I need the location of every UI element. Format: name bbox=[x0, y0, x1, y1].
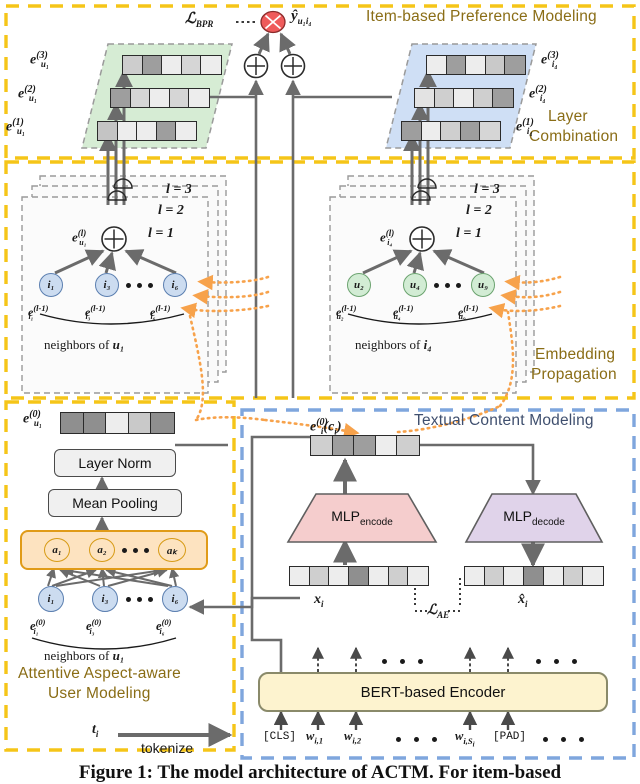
item-embedding-row-2 bbox=[414, 88, 514, 108]
prediction-score-node bbox=[260, 10, 286, 34]
bert-output-ellipsis-mid bbox=[382, 659, 423, 664]
item-neighbor-embedding-2: e(l-1)u₉ bbox=[458, 303, 479, 322]
item-neighbor-node-1[interactable]: u₄ bbox=[403, 273, 427, 297]
item-embedding-label-3: e(3)i₄ bbox=[541, 50, 559, 70]
section-label-layer-combination-line2: Combination bbox=[529, 128, 619, 145]
autoencoder-input-vector bbox=[289, 566, 429, 586]
item-embedding-row-1 bbox=[401, 121, 501, 141]
item-embedding-label-1: e(1)i₄ bbox=[516, 117, 534, 137]
aspect-node-k[interactable]: aₖ bbox=[158, 538, 186, 562]
user-layer-tag-1: l = 1 bbox=[148, 226, 174, 241]
mlp-encode-block[interactable]: MLPencode bbox=[286, 493, 438, 543]
ae-loss-label: ℒAE bbox=[427, 603, 450, 620]
bert-encoder-block[interactable]: BERT-based Encoder bbox=[258, 672, 608, 712]
item-embedding-row-3 bbox=[426, 55, 526, 75]
user-neighbor-ellipsis bbox=[126, 283, 153, 288]
section-label-item-based-preference: Item-based Preference Modeling bbox=[366, 8, 597, 25]
item-aggregator-node bbox=[409, 226, 435, 252]
mlp-decode-block[interactable]: MLPdecode bbox=[464, 493, 604, 543]
token-ellipsis-mid bbox=[396, 737, 437, 742]
section-label-embedding-propagation-line1: Embedding bbox=[535, 346, 616, 363]
user-model-item-node-1[interactable]: i₃ bbox=[92, 586, 118, 612]
content-embedding-vector bbox=[310, 435, 420, 456]
token-ellipsis-end bbox=[543, 737, 584, 742]
user-neighbor-node-0[interactable]: i₁ bbox=[39, 273, 63, 297]
item-neighbor-node-0[interactable]: u₂ bbox=[347, 273, 371, 297]
content-embedding-label: e(0)i(ci) bbox=[310, 417, 342, 437]
connector-textual-to-user-items bbox=[188, 596, 300, 615]
user-model-item-ellipsis bbox=[126, 597, 153, 602]
text-input-label: ti bbox=[92, 722, 99, 739]
token-cls: [CLS] bbox=[263, 731, 297, 743]
item-aggregated-embedding-label: e(l)i₄ bbox=[380, 228, 395, 247]
item-layer-tag-1: l = 1 bbox=[456, 226, 482, 241]
token-w-i-2: wi,2 bbox=[344, 729, 362, 746]
arrow-item-sum-to-score bbox=[279, 32, 296, 55]
item-layer-tag-2: l = 2 bbox=[466, 203, 492, 218]
token-w-i-s: wi,Si bbox=[455, 729, 475, 749]
user-neighbor-embedding-1: e(l-1)i₃ bbox=[85, 303, 106, 322]
user-neighbor-node-1[interactable]: i₃ bbox=[95, 273, 119, 297]
prediction-label: ŷu₁i₄ bbox=[291, 8, 312, 26]
user-model-item-embedding-1: e(0)i₃ bbox=[86, 617, 102, 636]
aspect-ellipsis bbox=[122, 548, 149, 553]
layer-norm-block[interactable]: Layer Norm bbox=[54, 449, 176, 477]
tokenize-label: tokenize bbox=[141, 740, 194, 756]
aspect-node-1[interactable]: a₂ bbox=[89, 538, 115, 562]
user-neighbor-embedding-0: e(l-1)i₁ bbox=[28, 303, 49, 322]
figure-caption: Figure 1: The model architecture of ACTM… bbox=[78, 762, 562, 783]
user-layer-tag-3: l = 3 bbox=[166, 182, 192, 197]
user-neighbors-caption: neighbors of u₁ bbox=[44, 337, 125, 352]
arrow-user-sum-to-score bbox=[253, 32, 270, 55]
autoencoder-output-vector bbox=[464, 566, 604, 586]
token-pad: [PAD] bbox=[493, 731, 527, 743]
section-label-user-modeling-line2: User Modeling bbox=[48, 685, 151, 702]
user-neighbor-node-2[interactable]: i₆ bbox=[163, 273, 187, 297]
item-neighbor-embedding-0: e(l-1)u₂ bbox=[336, 303, 357, 322]
item-embedding-label-2: e(2)i₄ bbox=[529, 84, 547, 104]
user-embedding-label-2: e(2)u₁ bbox=[18, 84, 38, 104]
user-embedding-row-3 bbox=[122, 55, 222, 75]
item-layer-tag-3: l = 3 bbox=[474, 182, 500, 197]
user-aggregated-embedding-label: e(l)u₁ bbox=[72, 228, 87, 247]
token-w-i-1: wi,1 bbox=[306, 729, 324, 746]
section-label-user-modeling-line1: Attentive Aspect-aware bbox=[18, 665, 181, 682]
user-embedding-label-3: e(3)u₁ bbox=[30, 50, 50, 70]
user-base-embedding-label: e(0)u₁ bbox=[23, 409, 43, 429]
item-neighbor-node-2[interactable]: u₉ bbox=[471, 273, 495, 297]
token-input-arrows bbox=[273, 710, 516, 730]
item-to-aspect-arrows bbox=[46, 566, 180, 587]
bpr-loss-label: ℒBPR bbox=[185, 11, 214, 29]
user-model-item-node-2[interactable]: i₆ bbox=[162, 586, 188, 612]
user-model-neighbors-caption: neighbors of u₁ bbox=[44, 648, 125, 663]
user-sum-node bbox=[243, 53, 269, 79]
connector-content-to-decoder bbox=[420, 443, 541, 496]
user-aggregator-node bbox=[101, 226, 127, 252]
user-model-item-node-0[interactable]: i₁ bbox=[38, 586, 64, 612]
item-neighbor-ellipsis bbox=[434, 283, 461, 288]
mlp-encode-label: MLPencode bbox=[331, 508, 393, 528]
user-model-item-embedding-2: e(0)i₆ bbox=[156, 617, 172, 636]
bert-output-ellipsis-end bbox=[536, 659, 577, 664]
figure-canvas: Item-based Preference Modeling Layer Com… bbox=[0, 0, 640, 783]
user-embedding-row-2 bbox=[110, 88, 210, 108]
user-embedding-label-1: e(1)u₁ bbox=[6, 117, 26, 137]
user-model-item-embedding-0: e(0)i₁ bbox=[30, 617, 46, 636]
mlp-decode-label: MLPdecode bbox=[503, 508, 565, 528]
section-label-layer-combination-line1: Layer bbox=[548, 108, 588, 125]
item-neighbors-caption: neighbors of i₄ bbox=[355, 337, 432, 352]
user-embedding-row-1 bbox=[97, 121, 197, 141]
item-sum-node bbox=[280, 53, 306, 79]
user-neighbor-embedding-2: e(l-1)i₆ bbox=[150, 303, 171, 322]
section-label-textual-content: Textual Content Modeling bbox=[414, 412, 594, 429]
autoencoder-input-label: xi bbox=[314, 592, 324, 609]
item-neighbor-embedding-1: e(l-1)u₄ bbox=[393, 303, 414, 322]
aspect-node-0[interactable]: a₁ bbox=[44, 538, 70, 562]
autoencoder-output-label: x̂i bbox=[518, 592, 528, 609]
user-layer-tag-2: l = 2 bbox=[158, 203, 184, 218]
section-label-embedding-propagation-line2: Propagation bbox=[531, 366, 617, 383]
user-base-embedding-vector bbox=[60, 412, 175, 434]
mean-pooling-block[interactable]: Mean Pooling bbox=[48, 489, 182, 517]
